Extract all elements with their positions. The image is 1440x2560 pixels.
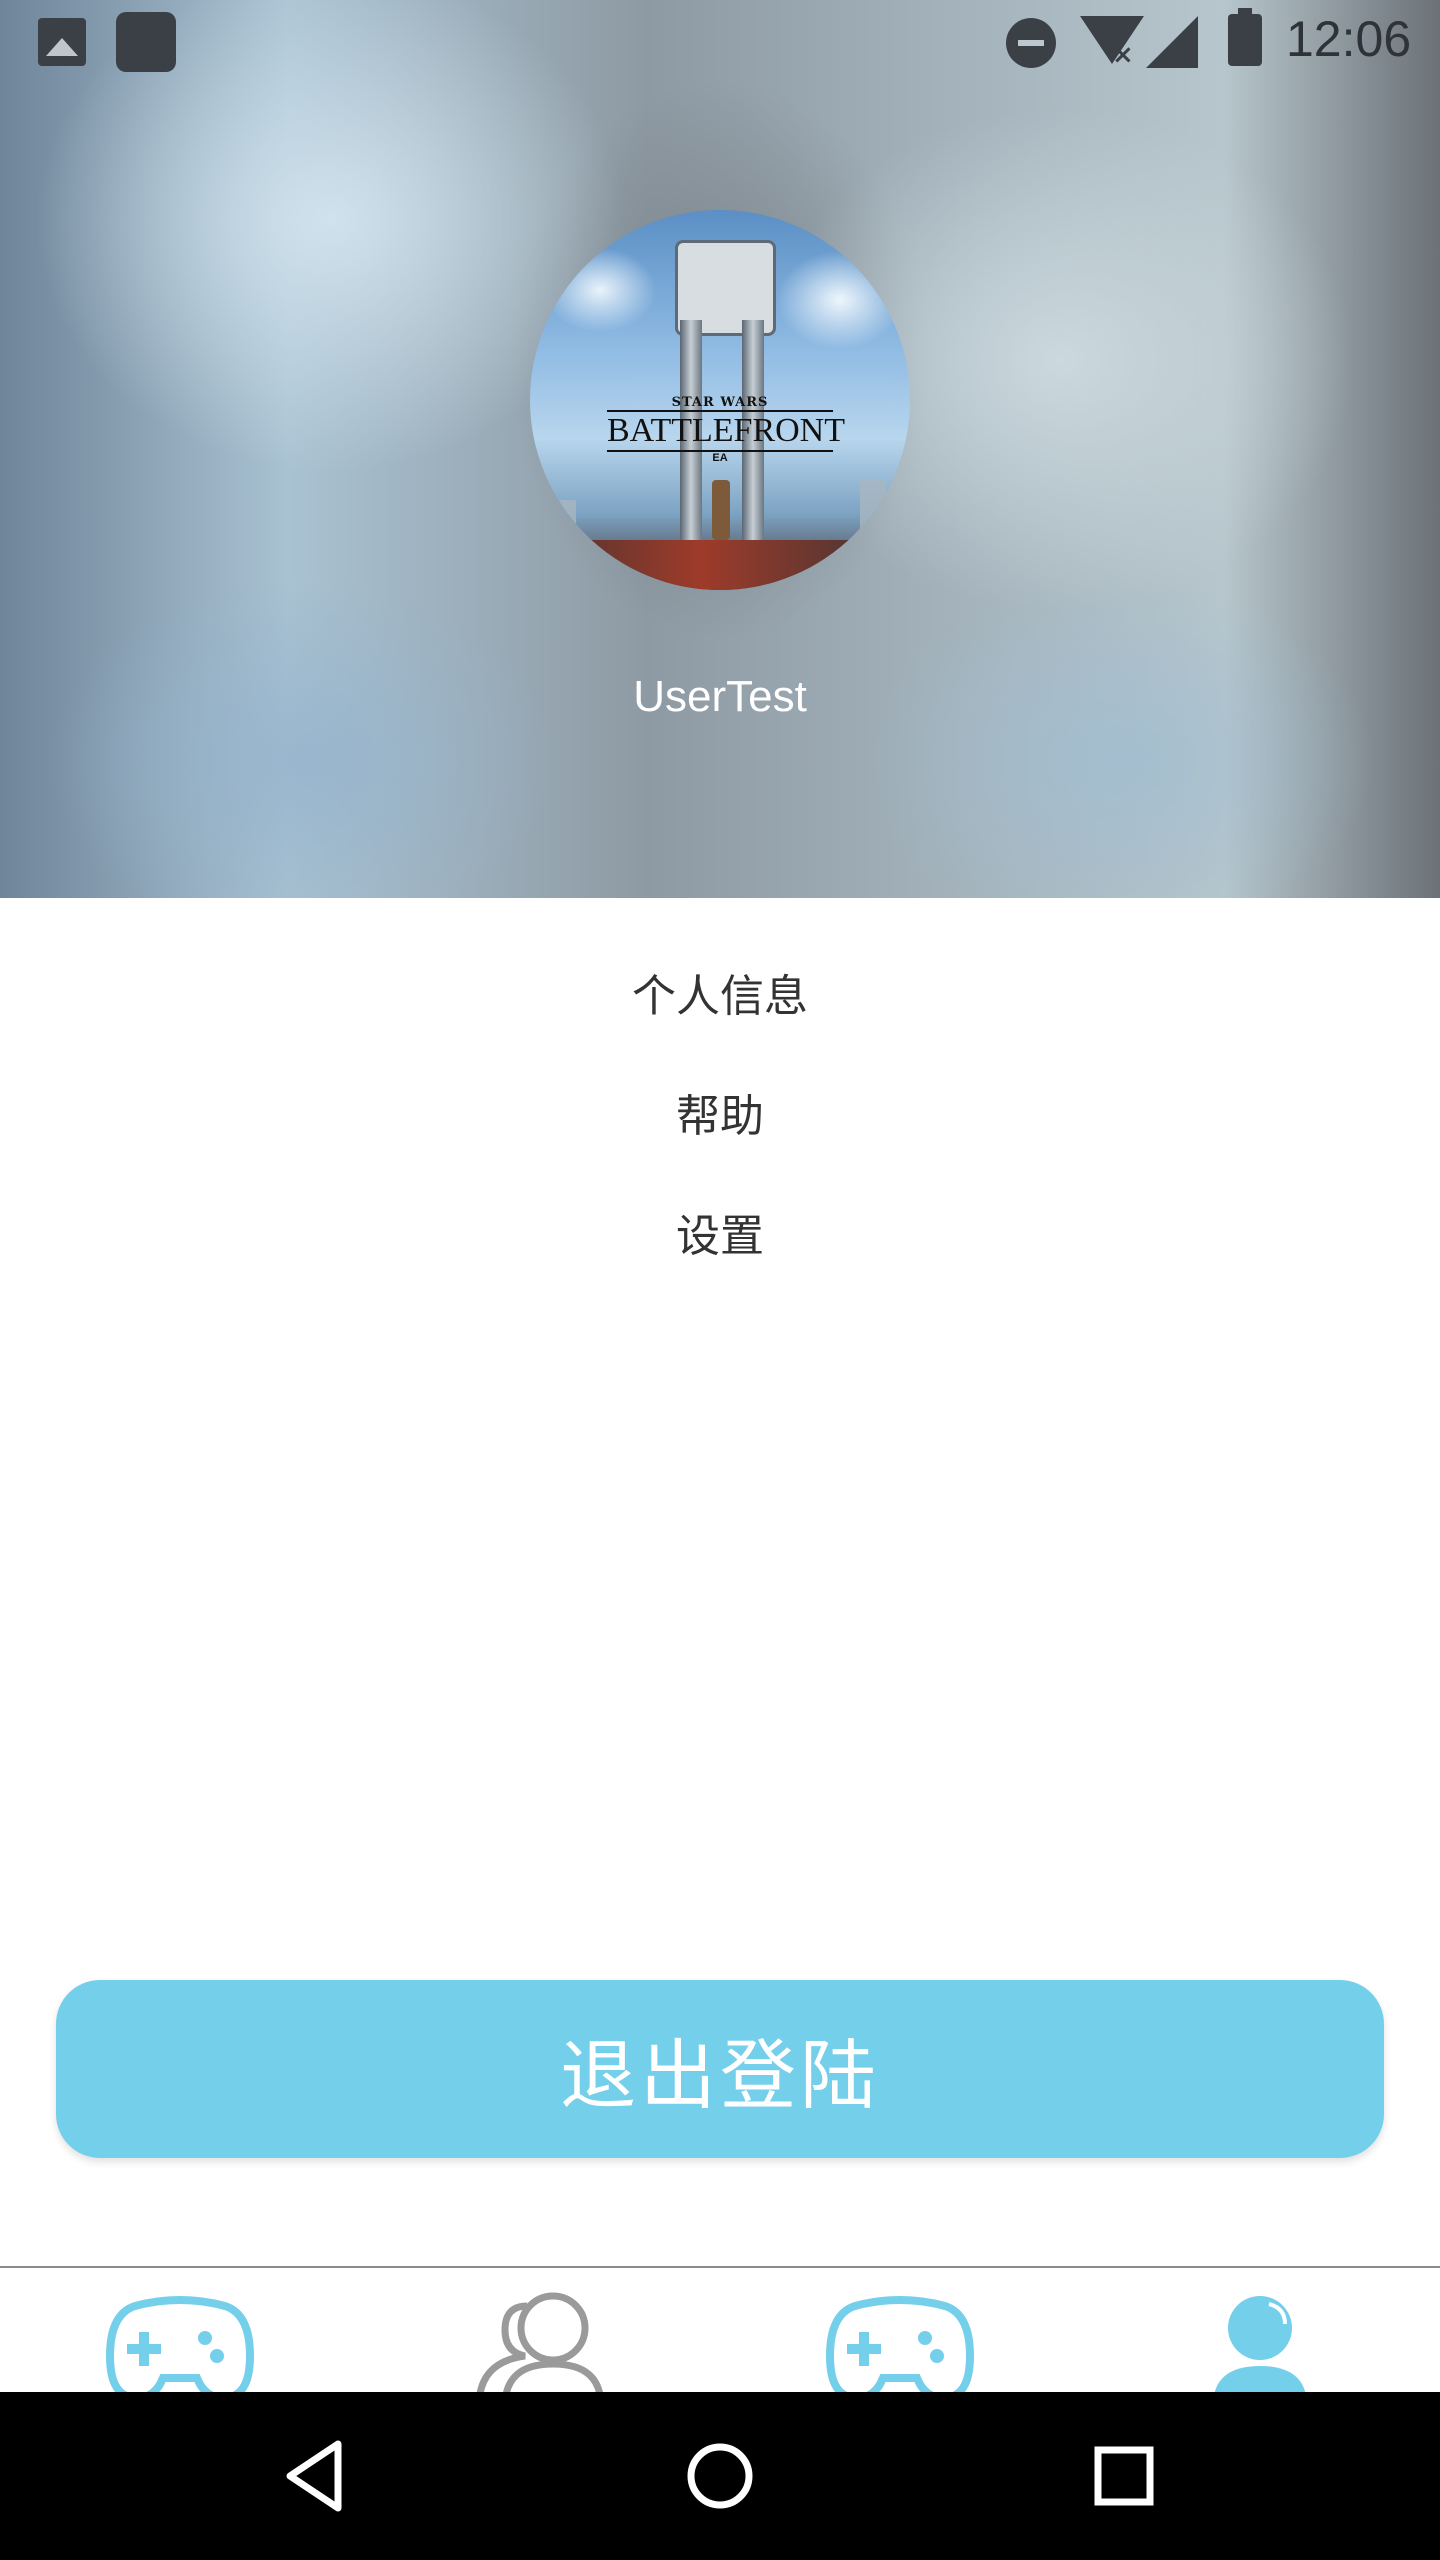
battery-icon [1228, 8, 1262, 66]
friends-icon [476, 2292, 604, 2394]
avatar-logo-brand: EA [712, 452, 728, 464]
tab-games-2[interactable] [720, 2268, 1080, 2394]
back-icon [286, 2440, 342, 2512]
avatar-logo: STAR WARS BATTLEFRONT EA [607, 395, 845, 464]
avatar[interactable]: STAR WARS BATTLEFRONT EA [530, 210, 910, 590]
username: UserTest [633, 672, 807, 721]
menu-item-personal-info[interactable]: 个人信息 [0, 960, 1440, 1024]
tab-games[interactable] [0, 2268, 360, 2394]
gamepad-icon [105, 2296, 255, 2394]
menu-item-settings[interactable]: 设置 [0, 1200, 1440, 1264]
recents-button[interactable] [1084, 2436, 1164, 2516]
bottom-tab-bar [0, 2266, 1440, 2394]
home-icon [687, 2443, 753, 2509]
home-button[interactable] [680, 2436, 760, 2516]
avatar-logo-small: STAR WARS [671, 395, 769, 410]
cell-signal-icon [1146, 16, 1198, 68]
avatar-logo-title: BATTLEFRONT [607, 410, 845, 452]
recents-icon [1094, 2446, 1154, 2506]
avatar-art [860, 480, 886, 540]
system-nav-bar [0, 2392, 1440, 2560]
avatar-art [530, 540, 910, 590]
status-bar: × 12:06 [0, 0, 1440, 84]
do-not-disturb-icon [1006, 18, 1056, 68]
gallery-icon [38, 18, 86, 66]
logout-button[interactable]: 退出登陆 [56, 1980, 1384, 2158]
avatar-art [712, 480, 730, 540]
profile-header: × 12:06 STAR WARS BATTLEFRONT EA UserTes… [0, 0, 1440, 898]
user-icon [1214, 2296, 1306, 2394]
tab-profile[interactable] [1080, 2268, 1440, 2394]
menu-item-help[interactable]: 帮助 [0, 1080, 1440, 1144]
status-time: 12:06 [1286, 11, 1412, 67]
app-square-icon [116, 12, 176, 72]
tab-friends[interactable] [360, 2268, 720, 2394]
wifi-x-icon: × [1112, 40, 1134, 70]
gamepad-icon [825, 2296, 975, 2394]
back-button[interactable] [276, 2436, 356, 2516]
